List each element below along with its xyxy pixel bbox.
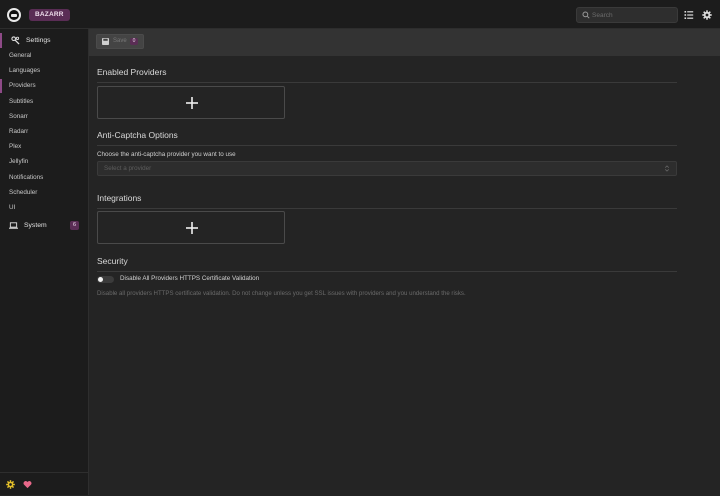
plus-icon (186, 97, 198, 109)
sun-gear-icon[interactable] (6, 480, 15, 489)
add-provider-button[interactable] (97, 86, 285, 119)
toggle-knob (98, 277, 103, 282)
anticaptcha-select[interactable]: Select a provider (97, 161, 677, 176)
section-title-security: Security (97, 255, 677, 272)
logo-icon[interactable] (7, 8, 21, 22)
https-validation-help: Disable all providers HTTPS certificate … (97, 290, 466, 297)
sidebar-item-notifications[interactable]: Notifications (0, 171, 88, 185)
sidebar-item-plex[interactable]: Plex (0, 140, 88, 154)
save-label: Save (113, 38, 127, 44)
laptop-icon (9, 222, 18, 229)
sidebar-item-languages[interactable]: Languages (0, 64, 88, 78)
section-title-integrations: Integrations (97, 192, 677, 209)
brand-badge[interactable]: BAZARR (29, 9, 70, 21)
sidebar-item-ui[interactable]: UI (0, 201, 88, 215)
sidebar: Settings General Languages Providers Sub… (0, 29, 89, 495)
list-icon[interactable] (684, 10, 694, 20)
sidebar-item-jellyfin[interactable]: Jellyfin (0, 155, 88, 169)
heart-icon[interactable] (23, 480, 32, 489)
save-badge: 0 (130, 38, 138, 45)
select-placeholder: Select a provider (104, 165, 152, 172)
anticaptcha-field-label: Choose the anti-captcha provider you wan… (97, 151, 236, 158)
save-button[interactable]: Save 0 (96, 34, 144, 49)
system-badge: 6 (69, 221, 79, 230)
sidebar-item-providers[interactable]: Providers (0, 79, 88, 93)
section-title-enabled-providers: Enabled Providers (97, 66, 677, 83)
app-header: BAZARR (0, 0, 720, 29)
https-validation-label: Disable All Providers HTTPS Certificate … (120, 275, 260, 282)
plus-icon (186, 222, 198, 234)
section-title-anticaptcha: Anti-Captcha Options (97, 129, 677, 146)
settings-toolbar: Save 0 (89, 29, 720, 56)
search-icon (582, 11, 590, 19)
search-box[interactable] (576, 7, 678, 23)
sidebar-group-system[interactable]: System 6 (0, 218, 88, 233)
updown-chevron-icon (664, 165, 670, 172)
sidebar-item-subtitles[interactable]: Subtitles (0, 95, 88, 109)
gear-icon[interactable] (702, 10, 712, 20)
https-validation-toggle[interactable] (97, 276, 114, 283)
save-icon (102, 38, 109, 45)
settings-sliders-icon (11, 36, 20, 45)
sidebar-group-settings[interactable]: Settings (0, 33, 88, 48)
sidebar-group-label: Settings (26, 37, 51, 44)
search-input[interactable] (592, 9, 674, 21)
sidebar-item-general[interactable]: General (0, 49, 88, 63)
add-integration-button[interactable] (97, 211, 285, 244)
sidebar-group-label: System (24, 222, 47, 229)
sidebar-item-scheduler[interactable]: Scheduler (0, 186, 88, 200)
sidebar-item-radarr[interactable]: Radarr (0, 125, 88, 139)
sidebar-footer (0, 472, 88, 496)
sidebar-item-sonarr[interactable]: Sonarr (0, 110, 88, 124)
